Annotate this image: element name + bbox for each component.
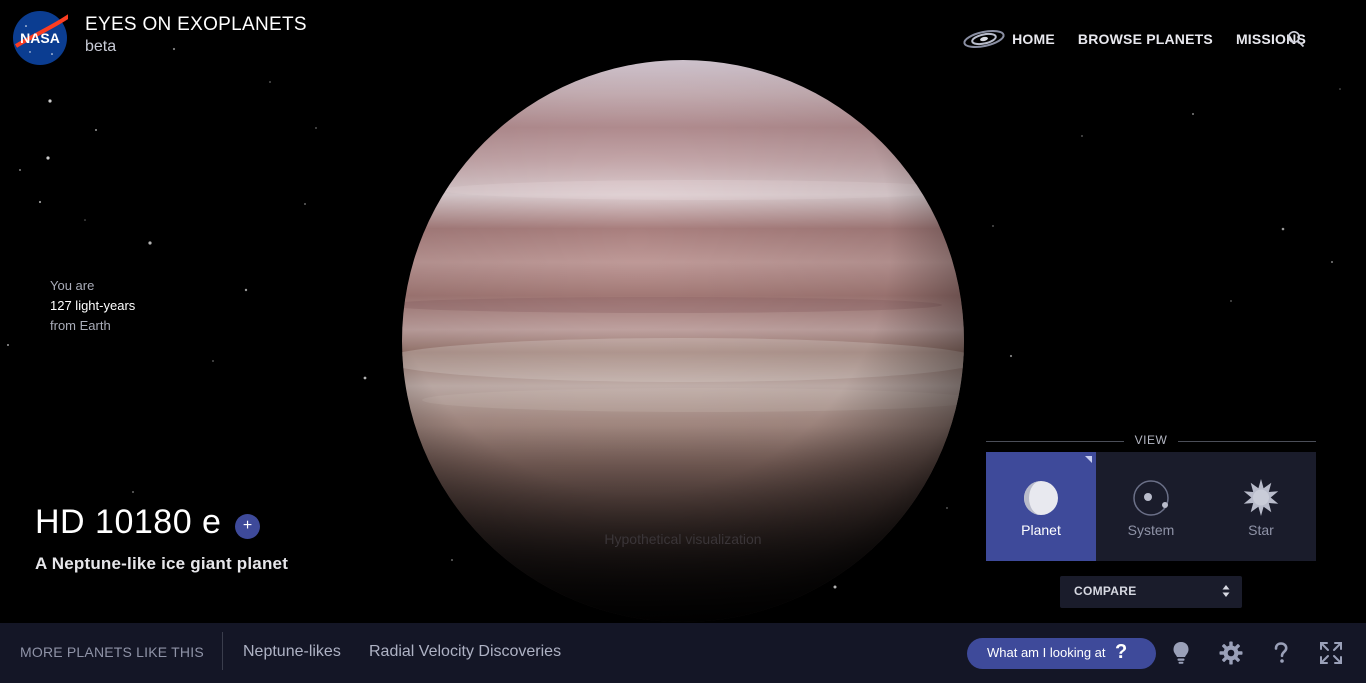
gear-icon[interactable] <box>1218 640 1244 666</box>
planet-name: HD 10180 e <box>35 503 222 541</box>
question-icon: ? <box>1115 641 1128 663</box>
view-label-text: VIEW <box>1134 433 1168 447</box>
fullscreen-icon[interactable] <box>1318 640 1344 666</box>
planet-icon <box>1024 481 1058 515</box>
bottom-bar: MORE PLANETS LIKE THIS Neptune-likes Rad… <box>0 623 1366 683</box>
nav-home-link[interactable]: HOME <box>1012 31 1055 47</box>
more-planets-label: MORE PLANETS LIKE THIS <box>20 644 204 660</box>
add-to-favorites-button[interactable]: + <box>235 514 260 539</box>
view-option-system[interactable]: System <box>1096 452 1206 561</box>
galaxy-icon[interactable] <box>962 26 1006 52</box>
distance-value: 127 light-years <box>50 298 136 313</box>
what-am-i-looking-at-label: What am I looking at <box>987 645 1106 660</box>
help-icon[interactable] <box>1268 640 1294 666</box>
view-option-star-label: Star <box>1248 522 1274 538</box>
logo-wordmark: NASA <box>20 30 60 46</box>
view-option-planet-label: Planet <box>1021 522 1061 538</box>
view-section-label: VIEW <box>986 432 1316 450</box>
tag-radial-velocity[interactable]: Radial Velocity Discoveries <box>369 643 561 661</box>
view-switcher: Planet System Star <box>986 452 1316 561</box>
app-subtitle: beta <box>85 38 117 55</box>
top-nav: HOME BROWSE PLANETS MISSIONS <box>962 26 1306 52</box>
compare-select[interactable]: COMPARE <box>1060 576 1242 608</box>
distance-readout: You are 127 light-years from Earth <box>50 276 135 336</box>
nasa-logo[interactable]: NASA <box>12 10 68 66</box>
what-am-i-looking-at-button[interactable]: What am I looking at ? <box>967 638 1156 669</box>
distance-line-1: You are <box>50 278 95 293</box>
lightbulb-icon[interactable] <box>1168 640 1194 666</box>
distance-line-3: from Earth <box>50 318 111 333</box>
sort-arrows-icon <box>1222 585 1230 597</box>
view-option-planet[interactable]: Planet <box>986 452 1096 561</box>
planet-description: A Neptune-like ice giant planet <box>35 554 289 573</box>
system-icon <box>1133 480 1169 516</box>
search-icon[interactable] <box>1287 30 1305 48</box>
view-option-system-label: System <box>1127 522 1175 538</box>
bottom-divider <box>222 632 223 670</box>
star-icon <box>1243 479 1279 516</box>
active-corner-indicator <box>1085 456 1092 463</box>
compare-label: COMPARE <box>1074 584 1137 598</box>
tag-neptune-likes[interactable]: Neptune-likes <box>243 643 341 661</box>
app-title[interactable]: EYES ON EXOPLANETS <box>85 14 307 36</box>
nav-browse-planets-link[interactable]: BROWSE PLANETS <box>1078 31 1213 47</box>
view-option-star[interactable]: Star <box>1206 452 1316 561</box>
